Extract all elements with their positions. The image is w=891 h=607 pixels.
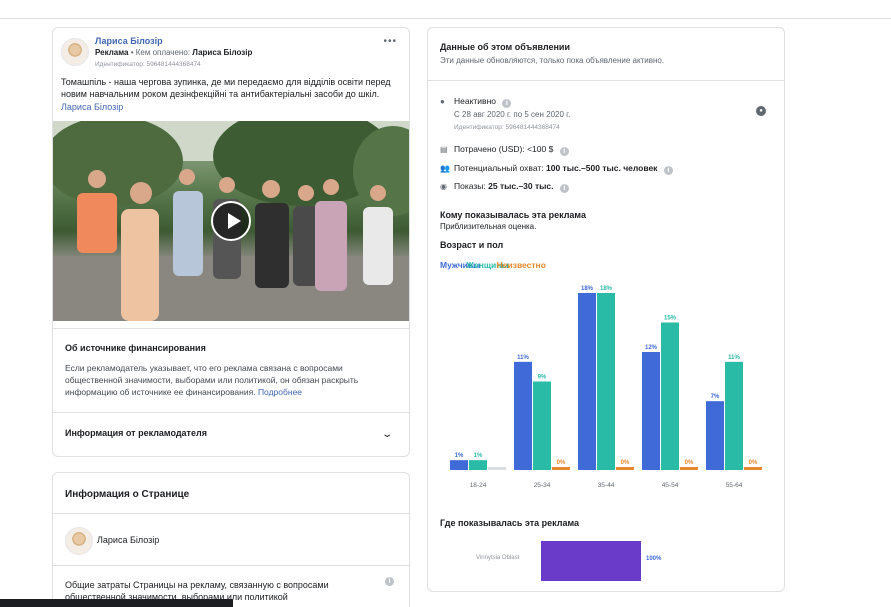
paid-by-prefix: • Кем оплачено: — [130, 48, 191, 57]
page-name[interactable]: Лариса Білозір — [97, 535, 159, 545]
bar-18-24-2[interactable] — [488, 467, 506, 470]
bar-25-34-1[interactable] — [533, 381, 551, 471]
funding-text: Если рекламодатель указывает, что его ре… — [65, 362, 395, 398]
sponsored-label: Реклама — [95, 48, 129, 57]
post-text: Томашпіль - наша чергова зупинка, де ми … — [61, 77, 391, 99]
bar-value-label: 18% — [581, 286, 594, 292]
x-tick-label: 18-24 — [470, 482, 487, 489]
author-name[interactable]: Лариса Білозір — [95, 36, 163, 46]
bar-45-54-2[interactable] — [680, 467, 698, 470]
info-icon[interactable]: i — [385, 577, 394, 586]
bar-45-54-0[interactable] — [642, 352, 660, 470]
x-tick-label: 45-54 — [662, 482, 679, 489]
funding-title: Об источнике финансирования — [65, 343, 206, 353]
region-value: 100% — [646, 556, 662, 562]
bar-25-34-2[interactable] — [552, 467, 570, 470]
age-gender-chart: 1% 1% 18-24 11% 9% 0% 25-34 18% 18% 0% 35-44 12% 15%… — [450, 286, 762, 489]
bar-value-label: 1% — [455, 453, 464, 459]
bar-value-label: 0% — [621, 460, 630, 466]
page-info-card: Информация о Странице Лариса Білозір Общ… — [52, 472, 410, 607]
bar-25-34-0[interactable] — [514, 361, 532, 470]
x-tick-label: 35-44 — [598, 482, 615, 489]
where-title: Где показывалась эта реклама — [440, 518, 580, 528]
bar-55-64-1[interactable] — [725, 361, 743, 470]
bar-value-label: 0% — [749, 460, 758, 466]
post-tag-link[interactable]: Лариса Білозір — [61, 102, 123, 112]
bar-value-label: 18% — [600, 286, 613, 292]
sponsor-line: Реклама • Кем оплачено: Лариса Білозір — [95, 48, 252, 57]
bar-value-label: 11% — [728, 355, 740, 361]
bar-45-54-1[interactable] — [661, 322, 679, 471]
funding-body: Если рекламодатель указывает, что его ре… — [65, 363, 359, 397]
x-tick-label: 25-34 — [534, 482, 551, 489]
bar-value-label: 12% — [645, 345, 658, 351]
advertiser-info-title[interactable]: Информация от рекламодателя — [65, 428, 207, 438]
ad-data-card: Данные об этом объявлении Эти данные обн… — [427, 27, 785, 592]
divider — [53, 328, 409, 329]
bottom-overlay-bar — [0, 599, 233, 607]
x-tick-label: 55-64 — [726, 482, 743, 489]
bar-35-44-0[interactable] — [578, 293, 596, 470]
bar-35-44-1[interactable] — [597, 293, 615, 470]
chevron-down-icon[interactable]: ⌄ — [381, 429, 393, 440]
bar-value-label: 0% — [685, 460, 694, 466]
page-info-title: Информация о Странице — [65, 489, 190, 500]
region-bar — [541, 541, 641, 581]
region-label: Vinnytsia Oblast — [476, 555, 520, 561]
divider — [53, 565, 409, 566]
bar-value-label: 11% — [517, 355, 529, 361]
paid-by-name: Лариса Білозір — [192, 48, 253, 57]
more-options-icon[interactable]: ••• — [383, 36, 397, 47]
bar-55-64-2[interactable] — [744, 467, 762, 470]
divider — [53, 513, 409, 514]
bar-value-label: 7% — [711, 394, 720, 400]
ad-preview-card: Лариса Білозір Реклама • Кем оплачено: Л… — [52, 27, 410, 457]
top-divider — [0, 18, 891, 19]
avatar[interactable] — [65, 527, 93, 555]
bar-35-44-2[interactable] — [616, 467, 634, 470]
bar-18-24-0[interactable] — [450, 460, 468, 470]
bar-value-label: 9% — [538, 375, 547, 381]
learn-more-link[interactable]: Подробнее — [258, 387, 302, 397]
bar-value-label: 15% — [664, 316, 677, 322]
bar-55-64-0[interactable] — [706, 401, 724, 470]
bar-value-label: 1% — [474, 453, 483, 459]
bar-value-label: 0% — [557, 460, 566, 466]
post-id: Идентификатор: 596481444368474 — [95, 61, 201, 68]
post-header: Лариса Білозір Реклама • Кем оплачено: Л… — [61, 36, 401, 72]
play-icon[interactable] — [211, 201, 251, 241]
video-thumbnail[interactable] — [53, 121, 409, 321]
avatar[interactable] — [61, 38, 89, 66]
divider — [53, 412, 409, 413]
bar-18-24-1[interactable] — [469, 460, 487, 470]
